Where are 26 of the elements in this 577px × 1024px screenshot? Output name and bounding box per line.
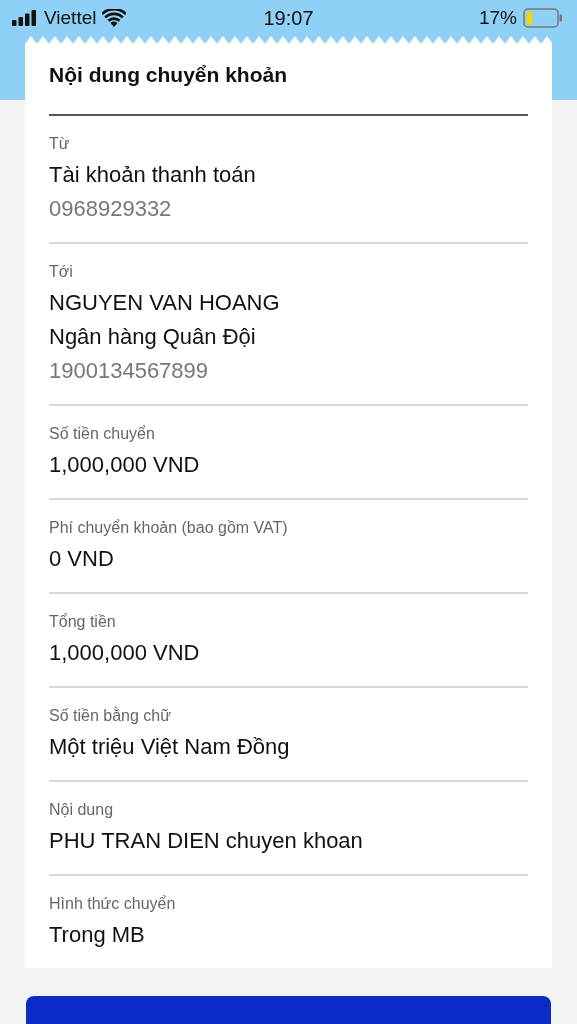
- field-label: Phí chuyển khoản (bao gồm VAT): [49, 518, 289, 538]
- battery-icon: [523, 8, 563, 28]
- field-value: Một triệu Việt Nam Đồng: [49, 733, 291, 761]
- field-value: PHU TRAN DIEN chuyen khoan: [49, 827, 364, 855]
- field-value: 0968929332: [49, 195, 173, 223]
- field-value: 1,000,000 VND: [49, 639, 201, 667]
- field-label: Tổng tiền: [49, 612, 117, 632]
- field-value: Trong MB: [49, 921, 146, 949]
- field-value: NGUYEN VAN HOANG: [49, 289, 281, 317]
- signal-icon: [12, 10, 38, 26]
- clock-time: 19:07: [263, 6, 314, 30]
- field-label: Tới: [49, 262, 74, 282]
- carrier-name: Viettel: [44, 7, 97, 29]
- field-label: Từ: [49, 134, 71, 154]
- field-value: Tài khoản thanh toán: [49, 161, 257, 189]
- field-value: Ngân hàng Quân Đội: [49, 323, 257, 351]
- field-label: Nội dung: [49, 800, 115, 820]
- field-value: 1,000,000 VND: [49, 451, 201, 479]
- field-label: Số tiền chuyển: [49, 424, 156, 444]
- battery-percent: 17%: [478, 7, 517, 29]
- field-label: Số tiền bằng chữ: [49, 706, 172, 726]
- field-value: 1900134567899: [49, 357, 210, 385]
- wifi-icon: [102, 9, 127, 27]
- section-title: Nội dung chuyển khoản: [49, 62, 288, 88]
- field-value: 0 VND: [49, 545, 115, 573]
- field-label: Hình thức chuyển: [49, 894, 177, 914]
